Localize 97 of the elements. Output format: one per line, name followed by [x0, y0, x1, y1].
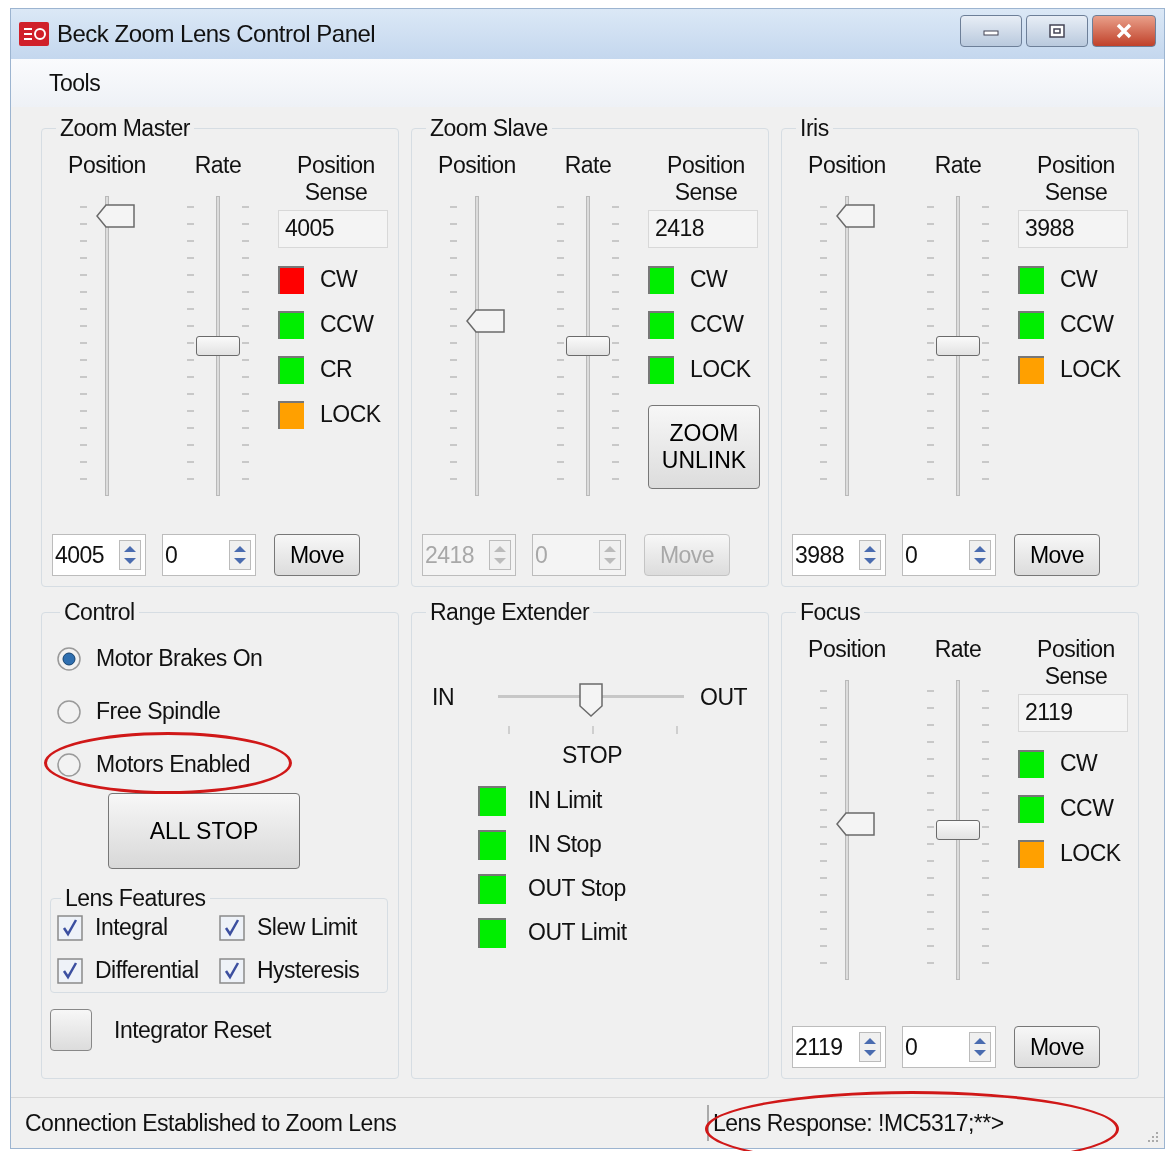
number-field[interactable]: 3988 [792, 534, 886, 576]
readout-field: 4005 [278, 210, 388, 248]
readout-field: 2119 [1018, 694, 1128, 732]
number-field[interactable]: 4005 [52, 534, 146, 576]
slider-thumb[interactable] [466, 309, 506, 334]
group-title: Zoom Slave [429, 115, 549, 142]
close-button[interactable] [1092, 15, 1156, 47]
indicator-label: LOCK [320, 401, 381, 428]
spin-arrows-icon [859, 1032, 881, 1062]
radio-button[interactable] [56, 645, 82, 672]
slider-label: IN [432, 683, 454, 712]
column-label: Rate [563, 151, 613, 179]
column-label: Position Sense [666, 151, 746, 206]
spin-arrows-icon [969, 1032, 991, 1062]
indicator-label: LOCK [1060, 840, 1121, 867]
slider-thumb[interactable] [936, 336, 980, 356]
column-label: Position Sense [296, 151, 376, 206]
all-stop-button[interactable]: ALL STOP [108, 793, 300, 869]
button-label: Integrator Reset [114, 1016, 271, 1044]
slider-thumb[interactable] [566, 336, 610, 356]
maximize-button[interactable] [1026, 15, 1088, 47]
slider-thumb[interactable] [936, 820, 980, 840]
move-button[interactable]: Move [1014, 534, 1100, 576]
spin-arrows-icon [119, 540, 141, 570]
status-text: Connection Established to Zoom Lens [25, 1109, 398, 1137]
spin-arrows-icon [229, 540, 251, 570]
column-label: Rate [933, 151, 983, 179]
group-title: Control [63, 599, 136, 626]
close-icon [1114, 23, 1134, 39]
indicator-label: LOCK [1060, 356, 1121, 383]
column-label: Position [807, 635, 887, 663]
checkbox[interactable] [219, 957, 245, 984]
slider-thumb[interactable] [196, 336, 240, 356]
indicator-label: CW [1060, 750, 1098, 777]
indicator-label: CCW [690, 311, 744, 338]
group-title: Range Extender [429, 599, 591, 626]
spin-arrows-icon [969, 540, 991, 570]
column-label: Position Sense [1036, 635, 1116, 690]
column-label: Position [67, 151, 147, 179]
spin-arrows-icon [859, 540, 881, 570]
group-title: Lens Features [64, 885, 207, 912]
indicator-label: IN Stop [528, 831, 602, 858]
checkbox[interactable] [57, 957, 83, 984]
indicator-label: CCW [1060, 311, 1114, 338]
indicator-label: IN Limit [528, 787, 602, 814]
toggle-button[interactable] [50, 1009, 92, 1051]
indicator-label: CW [320, 266, 358, 293]
indicator-label: CCW [320, 311, 374, 338]
checkbox[interactable] [219, 914, 245, 941]
unlink-button[interactable]: ZOOM UNLINK [648, 405, 760, 489]
checkbox-label: Differential [95, 957, 199, 984]
indicator-label: OUT Stop [528, 875, 626, 902]
window-title: Beck Zoom Lens Control Panel [57, 20, 377, 48]
slider-thumb[interactable] [96, 204, 136, 229]
radio-button[interactable] [56, 698, 82, 725]
checkbox-label: Hysteresis [257, 957, 360, 984]
radio-button[interactable] [56, 751, 82, 778]
checkbox-label: Integral [95, 914, 168, 941]
indicator-label: CR [320, 356, 353, 383]
spin-arrows-icon [489, 540, 511, 570]
slider-value-label: STOP [561, 742, 623, 769]
number-field[interactable]: 0 [162, 534, 256, 576]
indicator-label: CCW [1060, 795, 1114, 822]
number-field[interactable]: 0 [902, 1026, 996, 1068]
radio-label: Free Spindle [96, 698, 221, 725]
menu-item[interactable]: Tools [49, 69, 101, 97]
minimize-button[interactable] [960, 15, 1022, 47]
slider-thumb[interactable] [836, 812, 876, 837]
number-field[interactable]: 0 [902, 534, 996, 576]
indicator-label: LOCK [690, 356, 751, 383]
radio-label: Motors Enabled [96, 751, 251, 778]
maximize-icon [1047, 23, 1067, 39]
indicator-label: CW [690, 266, 728, 293]
column-label: Position Sense [1036, 151, 1116, 206]
checkbox[interactable] [57, 914, 83, 941]
readout-field: 3988 [1018, 210, 1128, 248]
group-title: Focus [799, 599, 862, 626]
number-field[interactable]: 2119 [792, 1026, 886, 1068]
column-label: Rate [933, 635, 983, 663]
checkbox-label: Slew Limit [257, 914, 357, 941]
slider-thumb[interactable] [836, 204, 876, 229]
status-text: Lens Response: !MC5317;**> [713, 1109, 1004, 1137]
radio-label: Motor Brakes On [96, 645, 263, 672]
slider-label: OUT [700, 683, 748, 712]
indicator-label: OUT Limit [528, 919, 627, 946]
readout-field: 2418 [648, 210, 758, 248]
indicator-label: CW [1060, 266, 1098, 293]
spin-arrows-icon [599, 540, 621, 570]
move-button[interactable]: Move [1014, 1026, 1100, 1068]
move-button[interactable]: Move [274, 534, 360, 576]
slider-thumb[interactable] [578, 682, 604, 718]
app-logo-icon [19, 22, 49, 46]
column-label: Rate [193, 151, 243, 179]
column-label: Position [437, 151, 517, 179]
group-title: Zoom Master [59, 115, 191, 142]
group-title: Iris [799, 115, 830, 142]
column-label: Position [807, 151, 887, 179]
